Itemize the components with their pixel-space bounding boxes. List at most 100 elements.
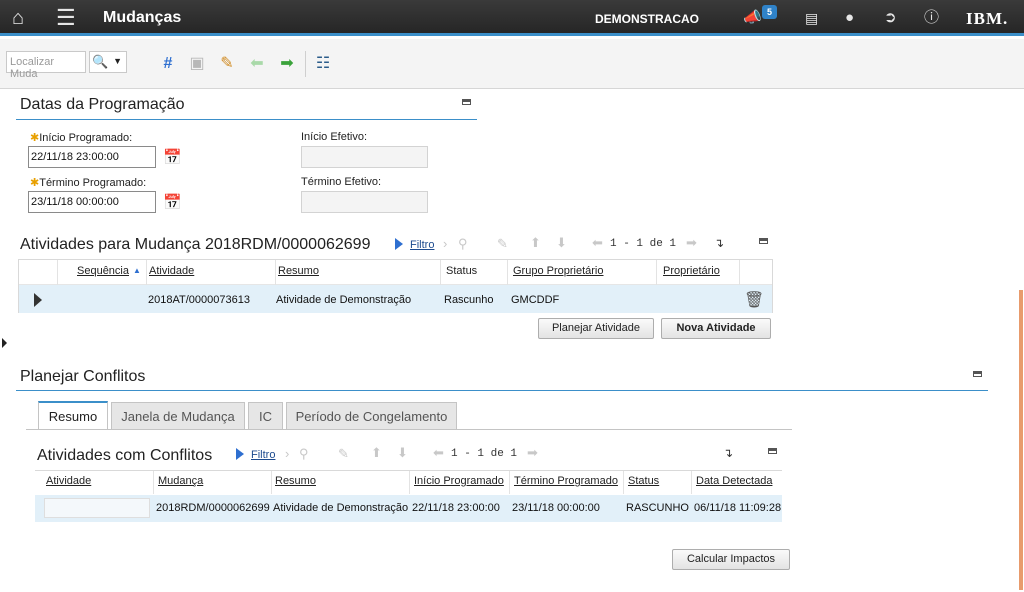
download-icon[interactable]: ↴ (723, 446, 733, 460)
next-icon[interactable]: ➡ (276, 53, 298, 75)
tab-bar-line (26, 429, 792, 430)
top-bar: ⌂ ☰ Mudanças DEMONSTRACAO 📣 5 ▤ ● ➲ ⓘ IB… (0, 0, 1024, 36)
home-icon[interactable]: ⌂ (12, 0, 24, 36)
col-atividade[interactable]: Atividade (149, 265, 194, 277)
datas-section-title: Datas da Programação (20, 96, 185, 113)
calendar-icon[interactable]: 📅 (163, 148, 182, 166)
col-resumo[interactable]: Resumo (275, 475, 316, 487)
cell-atividade[interactable]: 2018AT/0000073613 (148, 294, 250, 306)
sort-asc-icon[interactable]: ▲ (133, 266, 141, 275)
col-divider (57, 260, 58, 285)
chevron-down-icon: ▼ (113, 56, 122, 66)
megaphone-icon[interactable]: 📣 (743, 0, 762, 36)
col-proprietario[interactable]: Proprietário (663, 265, 720, 277)
app-title: Mudanças (103, 9, 182, 26)
next-page-icon: ➡ (527, 445, 538, 460)
search-input[interactable]: Localizar Muda (6, 51, 86, 80)
search-icon: 🔍 (92, 54, 109, 69)
col-status: Status (446, 265, 478, 277)
clear-icon[interactable]: ✎ (216, 53, 238, 75)
termino-programado-label: ✱Término Programado: (30, 177, 147, 189)
collapse-icon[interactable] (973, 371, 982, 377)
tab-ic[interactable]: IC (248, 402, 283, 430)
col-divider (656, 260, 657, 285)
chart-icon[interactable]: ▤ (805, 0, 818, 36)
termino-programado-field[interactable]: 23/11/18 00:00:00 (28, 191, 156, 213)
logout-icon[interactable]: ➲ (884, 0, 897, 36)
col-sequencia[interactable]: Sequência (77, 265, 129, 277)
new-icon[interactable]: # (157, 53, 179, 75)
help-icon[interactable]: ⓘ (924, 0, 939, 36)
col-status[interactable]: Status (628, 475, 659, 487)
scrollbar[interactable] (1019, 290, 1023, 590)
next-page-icon: ➡ (686, 235, 697, 250)
arrow-down-icon: ⬇ (397, 445, 408, 460)
collapse-icon[interactable] (462, 99, 471, 105)
collapse-icon[interactable] (768, 448, 777, 454)
tab-janela-de-mudanca[interactable]: Janela de Mudança (111, 402, 245, 430)
collapse-icon[interactable] (759, 238, 768, 244)
col-divider (623, 471, 624, 494)
cell-resumo: Atividade de Demonstração (276, 294, 412, 306)
arrow-down-icon: ⬇ (556, 235, 567, 250)
inicio-programado-field[interactable]: 22/11/18 23:00:00 (28, 146, 156, 168)
col-divider (440, 260, 441, 285)
filter-link[interactable]: Filtro (410, 239, 434, 251)
toolbar-divider (305, 51, 306, 77)
tab-periodo-de-congelamento[interactable]: Período de Congelamento (286, 402, 457, 430)
nova-atividade-button[interactable]: Nova Atividade (661, 318, 771, 339)
arrow-up-icon: ⬆ (530, 235, 541, 250)
col-resumo[interactable]: Resumo (278, 265, 319, 277)
col-inicio-programado[interactable]: Início Programado (414, 475, 504, 487)
download-icon[interactable]: ↴ (714, 236, 724, 250)
user-icon[interactable]: ● (845, 0, 854, 36)
conflitos-table-title: Atividades com Conflitos (37, 447, 213, 464)
col-termino-programado[interactable]: Término Programado (514, 475, 618, 487)
pager-text: 1 - 1 de 1 (610, 238, 677, 250)
col-data-detectada[interactable]: Data Detectada (696, 475, 772, 487)
side-collapse-handle[interactable] (2, 338, 7, 348)
search-button[interactable]: 🔍 ▼ (89, 51, 127, 73)
termino-efetivo-label: Término Efetivo: (301, 176, 382, 188)
cell-status: Rascunho (444, 294, 494, 306)
prev-icon[interactable]: ⬅ (246, 53, 268, 75)
cell-atividade-input[interactable] (44, 498, 150, 518)
cell-status: RASCUNHO (626, 502, 689, 514)
toolbar: Localizar Muda 🔍 ▼ # ▣ ✎ ⬅ ➡ ☷ (0, 39, 1024, 89)
cell-inicio: 22/11/18 23:00:00 (412, 502, 500, 514)
cell-grupo: GMCDDF (511, 294, 560, 306)
prev-page-icon: ⬅ (433, 445, 444, 460)
col-divider (275, 260, 276, 285)
menu-icon[interactable]: ☰ (56, 0, 76, 36)
col-grupo-proprietario[interactable]: Grupo Proprietário (513, 265, 604, 277)
filter-link[interactable]: Filtro (251, 449, 275, 461)
cell-mudanca[interactable]: 2018RDM/0000062699 (156, 502, 270, 514)
planejar-atividade-button[interactable]: Planejar Atividade (538, 318, 654, 339)
col-atividade[interactable]: Atividade (46, 475, 91, 487)
delete-icon[interactable]: 🗑 (744, 290, 764, 310)
row-expand-icon[interactable] (34, 293, 42, 307)
calendar-icon[interactable]: 📅 (163, 193, 182, 211)
inicio-efetivo-field (301, 146, 428, 168)
table-header-row (19, 260, 772, 285)
conflitos-section-title: Planejar Conflitos (20, 368, 146, 385)
ibm-logo: IBM. (966, 9, 1009, 28)
workflow-icon[interactable]: ☷ (312, 53, 334, 75)
org-name[interactable]: DEMONSTRACAO (595, 12, 699, 26)
calcular-impactos-button[interactable]: Calcular Impactos (672, 549, 790, 570)
filter-arrow-icon[interactable] (236, 448, 244, 460)
chevron-right-icon: › (285, 446, 290, 461)
col-mudanca[interactable]: Mudança (158, 475, 203, 487)
prev-page-icon: ⬅ (592, 235, 603, 250)
col-divider (146, 260, 147, 285)
save-icon[interactable]: ▣ (186, 53, 208, 75)
inicio-efetivo-label: Início Efetivo: (301, 131, 368, 143)
cell-data-detectada: 06/11/18 11:09:28 (694, 502, 782, 514)
search-placeholder: Localizar Muda (10, 56, 55, 80)
notification-badge[interactable]: 5 (762, 5, 777, 19)
col-divider (271, 471, 272, 494)
tab-resumo[interactable]: Resumo (38, 401, 108, 430)
cell-termino: 23/11/18 00:00:00 (512, 502, 600, 514)
filter-arrow-icon[interactable] (395, 238, 403, 250)
col-divider (509, 471, 510, 494)
